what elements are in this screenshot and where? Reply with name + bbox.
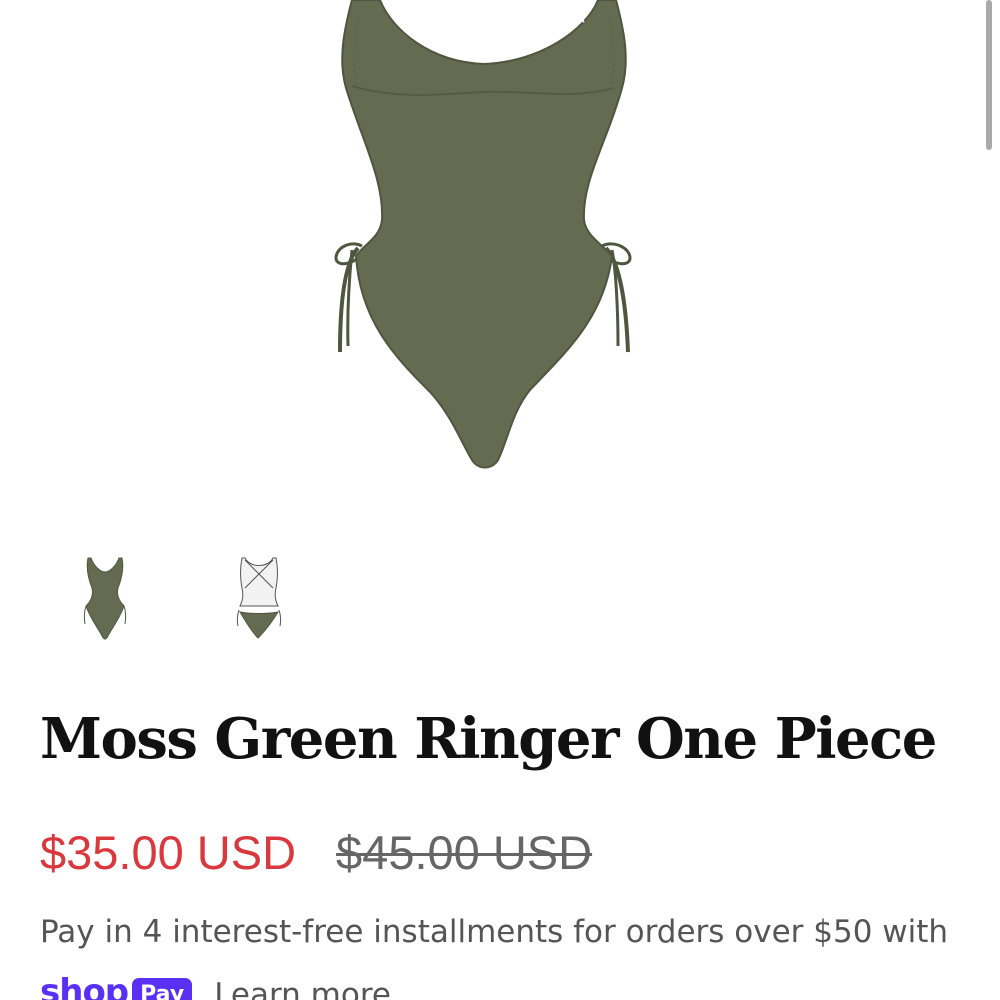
learn-more-link[interactable]: Learn more [214,972,391,1000]
thumbnail-swimsuit-front-icon [83,557,127,640]
shop-pay-row: shop Pay Learn more [40,972,391,1000]
installments-text: Pay in 4 interest-free installments for … [40,914,949,950]
thumbnail-front-view[interactable] [64,548,144,648]
product-page: Moss Green Ringer One Piece $35.00 USD $… [0,0,1000,1000]
close-button[interactable] [570,8,598,36]
thumbnail-swimsuit-back-icon [236,557,282,639]
shop-pay-logo: shop [40,972,129,1000]
product-main-image[interactable] [0,0,1000,520]
close-icon [571,9,585,23]
compare-at-price: $45.00 USD [336,825,593,879]
thumbnail-back-view[interactable] [218,548,298,648]
product-title: Moss Green Ringer One Piece [40,706,937,772]
shop-pay-badge: Pay [132,978,193,1000]
swimsuit-illustration [334,0,632,469]
price-row: $35.00 USD $45.00 USD [40,822,592,882]
scrollbar[interactable] [986,0,992,150]
thumbnail-gallery [0,548,1000,648]
sale-price: $35.00 USD [40,825,297,879]
